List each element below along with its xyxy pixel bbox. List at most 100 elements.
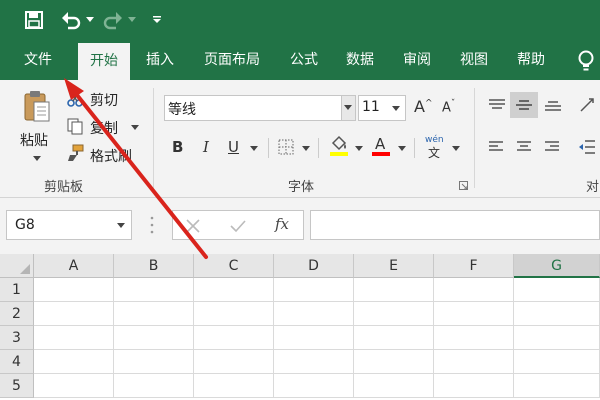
- row-header-5[interactable]: 5: [0, 374, 34, 398]
- formula-input[interactable]: [310, 210, 600, 240]
- grid-cell[interactable]: [354, 278, 434, 302]
- column-header-f[interactable]: F: [434, 254, 514, 278]
- grid-cell[interactable]: [514, 302, 600, 326]
- borders-dropdown-icon[interactable]: [302, 146, 310, 151]
- grid-cell[interactable]: [434, 302, 514, 326]
- column-header-a[interactable]: A: [34, 254, 114, 278]
- decrease-indent-icon[interactable]: [578, 139, 596, 155]
- save-icon[interactable]: [24, 10, 44, 30]
- column-header-e[interactable]: E: [354, 254, 434, 278]
- grid-cell[interactable]: [274, 326, 354, 350]
- paste-button-label[interactable]: 粘贴: [20, 130, 48, 150]
- cut-button-label[interactable]: 剪切: [90, 90, 118, 110]
- grid-cell[interactable]: [194, 302, 274, 326]
- grid-cell[interactable]: [514, 326, 600, 350]
- customize-qat-icon[interactable]: [152, 14, 162, 24]
- row-header-1[interactable]: 1: [0, 278, 34, 302]
- font-size-dropdown-icon[interactable]: [392, 106, 400, 111]
- align-right-icon[interactable]: [544, 140, 560, 154]
- grid-cell[interactable]: [354, 350, 434, 374]
- grid-cell[interactable]: [354, 374, 434, 398]
- decrease-font-size-icon[interactable]: Aˇ: [442, 99, 455, 115]
- italic-button[interactable]: I: [203, 138, 209, 156]
- tab-formulas[interactable]: 公式: [280, 40, 328, 80]
- grid-cell[interactable]: [434, 278, 514, 302]
- name-box-dropdown-icon[interactable]: [117, 223, 125, 228]
- underline-dropdown-icon[interactable]: [250, 146, 258, 151]
- font-name-box[interactable]: 等线: [164, 95, 356, 121]
- formula-bar-grip-icon[interactable]: [150, 215, 154, 235]
- increase-font-size-icon[interactable]: A^: [414, 97, 433, 116]
- align-center-icon[interactable]: [516, 140, 532, 154]
- tab-home[interactable]: 开始: [78, 43, 130, 80]
- grid-cell[interactable]: [514, 278, 600, 302]
- grid-cell[interactable]: [354, 326, 434, 350]
- column-header-b[interactable]: B: [114, 254, 194, 278]
- bold-button[interactable]: B: [172, 138, 183, 156]
- grid-cell[interactable]: [194, 278, 274, 302]
- grid-cell[interactable]: [34, 326, 114, 350]
- redo-dropdown-icon[interactable]: [128, 17, 136, 23]
- tab-view[interactable]: 视图: [450, 40, 498, 80]
- format-painter-icon[interactable]: [66, 144, 84, 162]
- tab-file[interactable]: 文件: [14, 40, 62, 80]
- font-name-dropdown-icon[interactable]: [344, 105, 352, 110]
- font-size-box[interactable]: 11: [358, 95, 406, 121]
- grid-cell[interactable]: [34, 350, 114, 374]
- orientation-icon[interactable]: [578, 96, 596, 114]
- tab-data[interactable]: 数据: [336, 40, 384, 80]
- grid-cell[interactable]: [114, 302, 194, 326]
- grid-cell[interactable]: [34, 302, 114, 326]
- phonetic-guide-bottom[interactable]: 文: [428, 144, 440, 161]
- fill-color-dropdown-icon[interactable]: [355, 146, 363, 151]
- align-left-icon[interactable]: [488, 140, 504, 154]
- grid-cell[interactable]: [434, 326, 514, 350]
- align-middle-icon[interactable]: [515, 98, 533, 112]
- undo-dropdown-icon[interactable]: [86, 17, 94, 23]
- grid-cell[interactable]: [194, 350, 274, 374]
- grid-cell[interactable]: [274, 374, 354, 398]
- select-all-corner[interactable]: [0, 254, 34, 278]
- name-box[interactable]: G8: [6, 210, 132, 240]
- cancel-icon[interactable]: [185, 218, 201, 234]
- undo-icon[interactable]: [60, 9, 82, 31]
- borders-icon[interactable]: [278, 139, 294, 155]
- copy-dropdown-icon[interactable]: [131, 125, 139, 130]
- grid-cell[interactable]: [434, 374, 514, 398]
- format-painter-button-label[interactable]: 格式刷: [90, 146, 132, 166]
- grid-cell[interactable]: [194, 374, 274, 398]
- enter-check-icon[interactable]: [229, 218, 247, 234]
- grid-cell[interactable]: [34, 278, 114, 302]
- cut-icon[interactable]: [66, 90, 84, 108]
- tell-me-lightbulb-icon[interactable]: [576, 50, 596, 72]
- tab-help[interactable]: 帮助: [507, 40, 555, 80]
- column-header-d[interactable]: D: [274, 254, 354, 278]
- tab-review[interactable]: 审阅: [393, 40, 441, 80]
- row-header-3[interactable]: 3: [0, 326, 34, 350]
- font-color-icon[interactable]: A: [371, 134, 391, 158]
- grid-cell[interactable]: [274, 302, 354, 326]
- paste-dropdown-icon[interactable]: [33, 156, 41, 161]
- grid-cell[interactable]: [114, 350, 194, 374]
- font-dialog-launcher-icon[interactable]: [459, 181, 468, 190]
- row-header-4[interactable]: 4: [0, 350, 34, 374]
- fill-color-icon[interactable]: [329, 134, 349, 158]
- grid-cell[interactable]: [34, 374, 114, 398]
- copy-button-label[interactable]: 复制: [90, 118, 118, 138]
- redo-icon[interactable]: [102, 9, 124, 31]
- grid-cell[interactable]: [274, 350, 354, 374]
- grid-cell[interactable]: [434, 350, 514, 374]
- grid-cell[interactable]: [114, 374, 194, 398]
- grid-cell[interactable]: [194, 326, 274, 350]
- align-bottom-icon[interactable]: [544, 98, 562, 112]
- underline-button[interactable]: U: [228, 138, 239, 156]
- font-color-dropdown-icon[interactable]: [398, 146, 406, 151]
- grid-cell[interactable]: [514, 374, 600, 398]
- grid-cell[interactable]: [114, 278, 194, 302]
- insert-function-button[interactable]: fx: [275, 215, 289, 233]
- grid-cell[interactable]: [274, 278, 354, 302]
- copy-icon[interactable]: [66, 117, 84, 135]
- column-header-g[interactable]: G: [514, 254, 600, 278]
- row-header-2[interactable]: 2: [0, 302, 34, 326]
- select-all-triangle-icon[interactable]: [20, 264, 30, 274]
